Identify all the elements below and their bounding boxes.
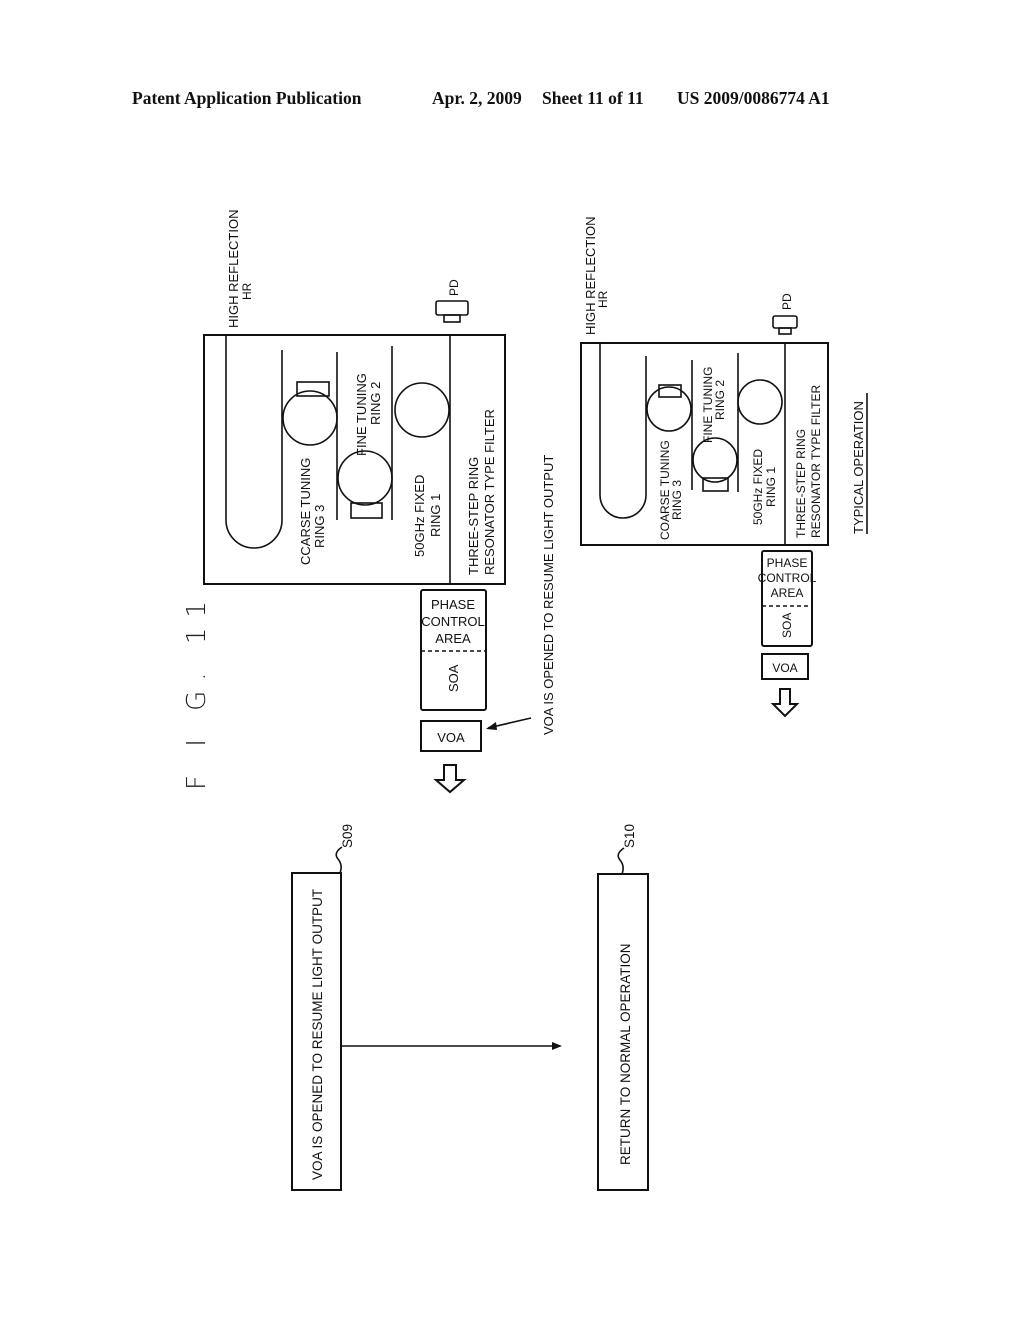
left-coarse-ring (282, 390, 338, 446)
left-fixed-label-1: 50GHz FIXED (412, 475, 427, 557)
right-pd-detector (772, 315, 798, 329)
right-caption: TYPICAL OPERATION (851, 401, 866, 534)
left-pd-detector (435, 300, 469, 316)
right-filter-label-2: RESONATOR TYPE FILTER (809, 385, 823, 538)
right-high-reflection-label: HIGH REFLECTION (583, 217, 598, 335)
right-soa-label: SOA (780, 613, 794, 638)
right-coarse-label-2: RING 3 (670, 480, 684, 520)
left-output-arrow-icon (433, 764, 467, 794)
right-coarse-ring (646, 386, 692, 432)
right-fine-label-2: RING 2 (713, 380, 727, 420)
right-fixed-label-2: RING 1 (764, 467, 778, 507)
figure-11: F I G. 11 CCARSE TUNING RING 3 FINE TUNI… (182, 210, 868, 1191)
right-fixed-ring (737, 379, 783, 425)
left-annotation-arrowhead (486, 722, 497, 730)
right-phase-label-1: PHASE (767, 556, 808, 570)
step-s10-id: S10 (622, 824, 637, 848)
flowchart: VOA IS OPENED TO RESUME LIGHT OUTPUT S09… (291, 824, 649, 1191)
right-pd-label: PD (780, 293, 794, 310)
left-filter-box (203, 334, 506, 585)
right-voa-label: VOA (772, 661, 797, 675)
left-phase-label-3: AREA (435, 631, 471, 646)
left-fixed-label-2: RING 1 (428, 494, 443, 537)
left-coarse-heater (296, 381, 330, 397)
step-s10-leader (617, 847, 625, 875)
left-hr-label: HR (240, 282, 254, 300)
figure-label: F I G. 11 (182, 591, 212, 790)
left-filter-label-2: RESONATOR TYPE FILTER (482, 409, 497, 575)
left-hr-waveguide (225, 335, 283, 549)
left-soa-label: SOA (446, 664, 461, 692)
left-coarse-label-2: RING 3 (312, 505, 327, 548)
left-diagram: CCARSE TUNING RING 3 FINE TUNING RING 2 … (203, 210, 556, 794)
right-pd-base (778, 327, 792, 335)
left-voa-label: VOA (437, 730, 465, 745)
left-annotation-text: VOA IS OPENED TO RESUME LIGHT OUTPUT (541, 455, 556, 735)
step-s09-id: S09 (340, 824, 355, 848)
left-fine-label-2: RING 2 (368, 382, 383, 425)
left-phase-label-2: CONTROL (421, 614, 485, 629)
left-pd-label: PD (447, 279, 461, 296)
right-diagram: COARSE TUNING RING 3 FINE TUNING RING 2 … (580, 217, 868, 718)
right-hr-label: HR (596, 290, 610, 308)
step-s10-text: RETURN TO NORMAL OPERATION (618, 943, 633, 1165)
right-filter-label-1: THREE-STEP RING (794, 429, 808, 538)
step-s09-text: VOA IS OPENED TO RESUME LIGHT OUTPUT (310, 889, 325, 1180)
left-fine-label-1: FINE TUNING (354, 373, 369, 456)
step-connector-arrowhead (552, 1042, 562, 1050)
left-phase-label-1: PHASE (431, 597, 475, 612)
left-fixed-ring (394, 382, 450, 438)
right-output-arrow-icon (770, 688, 800, 718)
left-high-reflection-label: HIGH REFLECTION (226, 210, 241, 328)
right-fine-ring (692, 437, 738, 483)
right-hr-waveguide (599, 343, 647, 519)
left-coarse-label-1: CCARSE TUNING (298, 458, 313, 565)
left-filter-label-1: THREE-STEP RING (466, 457, 481, 575)
left-fine-ring (337, 450, 393, 506)
step-s09-leader (335, 846, 343, 874)
right-phase-label-2: CONTROL (758, 571, 817, 585)
left-pd-base (443, 314, 461, 323)
right-phase-label-3: AREA (771, 586, 804, 600)
right-fixed-label-1: 50GHz FIXED (751, 449, 765, 525)
